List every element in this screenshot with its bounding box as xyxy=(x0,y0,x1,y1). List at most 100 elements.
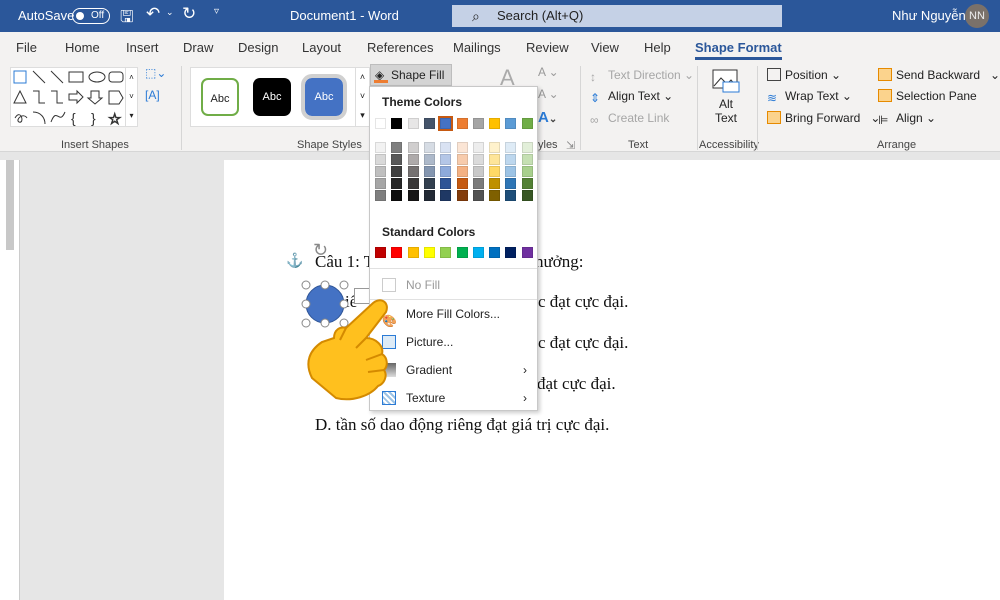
theme-shade-swatch[interactable] xyxy=(440,190,452,201)
tab-design[interactable]: Design xyxy=(238,40,278,55)
shapes-icons[interactable]: {} ☆ xyxy=(11,68,139,129)
shapes-scroll[interactable]: ˄ ˅ ▾ xyxy=(125,68,137,126)
shapes-gallery[interactable]: {} ☆ ˄ ˅ ▾ xyxy=(10,67,139,129)
text-fill-icon[interactable]: A ⌄ xyxy=(538,65,559,79)
standard-color-swatch[interactable] xyxy=(505,247,517,258)
theme-shade-swatch[interactable] xyxy=(375,154,386,165)
dialog-launcher-icon[interactable]: ⇲ xyxy=(566,139,575,152)
theme-shade-swatch[interactable] xyxy=(375,178,386,189)
theme-shade-swatch[interactable] xyxy=(456,166,468,177)
theme-shade-swatch[interactable] xyxy=(375,190,386,201)
theme-shade-swatch[interactable] xyxy=(407,190,419,201)
standard-color-swatch[interactable] xyxy=(407,247,419,258)
theme-shade-swatch[interactable] xyxy=(521,190,533,201)
theme-shade-swatch[interactable] xyxy=(472,142,484,153)
user-name[interactable]: Như Nguyễn xyxy=(892,8,966,23)
theme-shade-swatch[interactable] xyxy=(456,154,468,165)
standard-color-swatch[interactable] xyxy=(521,247,533,258)
edit-shape-icon[interactable]: ⬚⌄ xyxy=(145,66,166,80)
theme-shade-swatch[interactable] xyxy=(472,190,484,201)
standard-color-swatch[interactable] xyxy=(440,247,452,258)
align-text-button[interactable]: ⇕ Align Text ⌄ xyxy=(590,89,673,105)
tab-references[interactable]: References xyxy=(367,40,433,55)
styles-scroll[interactable]: ˄ ˅ ▾ xyxy=(355,68,369,126)
theme-color-swatch[interactable] xyxy=(521,118,533,129)
theme-shade-swatch[interactable] xyxy=(391,178,403,189)
theme-shade-swatch[interactable] xyxy=(456,178,468,189)
theme-shade-swatch[interactable] xyxy=(472,154,484,165)
theme-shade-swatch[interactable] xyxy=(423,166,435,177)
theme-color-swatch[interactable] xyxy=(423,118,435,129)
text-direction-button[interactable]: ↕ Text Direction ⌄ xyxy=(590,68,694,84)
position-button[interactable]: Position ⌄ xyxy=(767,68,841,82)
autosave-toggle[interactable]: Off xyxy=(72,8,110,24)
draw-text-box-icon[interactable]: [A] xyxy=(145,88,160,102)
theme-shade-swatch[interactable] xyxy=(505,154,517,165)
text-effects-icon[interactable]: A⌄ xyxy=(538,109,557,126)
redo-icon[interactable]: ↻ xyxy=(182,4,196,24)
theme-shade-swatch[interactable] xyxy=(391,154,403,165)
theme-shade-swatch[interactable] xyxy=(407,154,419,165)
tab-file[interactable]: File xyxy=(16,40,37,55)
customize-toolbar-icon[interactable]: ▿ xyxy=(214,6,219,17)
theme-shade-swatch[interactable] xyxy=(407,142,419,153)
theme-shade-swatch[interactable] xyxy=(489,142,501,153)
theme-shade-swatch[interactable] xyxy=(407,178,419,189)
standard-color-swatch[interactable] xyxy=(489,247,501,258)
theme-shade-swatch[interactable] xyxy=(375,166,386,177)
theme-shade-swatch[interactable] xyxy=(521,166,533,177)
theme-shade-swatch[interactable] xyxy=(521,178,533,189)
theme-shade-swatch[interactable] xyxy=(505,142,517,153)
standard-color-swatch[interactable] xyxy=(423,247,435,258)
theme-shade-swatch[interactable] xyxy=(505,190,517,201)
theme-shade-swatch[interactable] xyxy=(407,166,419,177)
theme-shade-swatch[interactable] xyxy=(489,178,501,189)
theme-shade-swatch[interactable] xyxy=(521,142,533,153)
text-outline-icon[interactable]: A ⌄ xyxy=(538,87,559,101)
theme-color-swatch[interactable] xyxy=(505,118,517,129)
style-blue[interactable]: Abc xyxy=(301,74,347,120)
standard-color-swatch[interactable] xyxy=(472,247,484,258)
theme-shade-swatch[interactable] xyxy=(505,178,517,189)
standard-color-swatch[interactable] xyxy=(391,247,403,258)
theme-color-swatch[interactable] xyxy=(489,118,501,129)
theme-shade-swatch[interactable] xyxy=(456,190,468,201)
theme-color-swatch[interactable] xyxy=(456,118,468,129)
theme-shade-swatch[interactable] xyxy=(472,166,484,177)
style-outline-green[interactable]: Abc xyxy=(201,78,239,116)
theme-shade-swatch[interactable] xyxy=(423,190,435,201)
selection-pane-button[interactable]: Selection Pane xyxy=(878,89,977,103)
tab-review[interactable]: Review xyxy=(526,40,569,55)
save-icon[interactable]: 🖫 xyxy=(120,6,134,33)
search-input[interactable]: ⌕ Search (Alt+Q) xyxy=(452,5,782,27)
theme-shade-swatch[interactable] xyxy=(440,178,452,189)
theme-color-swatch[interactable] xyxy=(438,116,454,131)
theme-shade-swatch[interactable] xyxy=(472,178,484,189)
theme-shade-swatch[interactable] xyxy=(391,190,403,201)
tab-layout[interactable]: Layout xyxy=(302,40,341,55)
tab-draw[interactable]: Draw xyxy=(183,40,213,55)
theme-shade-swatch[interactable] xyxy=(375,142,386,153)
theme-shade-swatch[interactable] xyxy=(391,142,403,153)
tab-home[interactable]: Home xyxy=(65,40,100,55)
undo-dropdown-icon[interactable]: ⌄ xyxy=(166,7,174,18)
wrap-text-button[interactable]: ≋ Wrap Text ⌄ xyxy=(767,89,852,105)
theme-shade-swatch[interactable] xyxy=(521,154,533,165)
tab-mailings[interactable]: Mailings xyxy=(453,40,501,55)
tab-insert[interactable]: Insert xyxy=(126,40,159,55)
theme-shade-swatch[interactable] xyxy=(505,166,517,177)
theme-color-swatch[interactable] xyxy=(407,118,419,129)
theme-shade-swatch[interactable] xyxy=(423,154,435,165)
theme-color-swatch[interactable] xyxy=(472,118,484,129)
theme-shade-swatch[interactable] xyxy=(489,166,501,177)
tab-shape-format[interactable]: Shape Format xyxy=(695,40,782,60)
tab-help[interactable]: Help xyxy=(644,40,671,55)
align-button[interactable]: ⊫ Align ⌄ xyxy=(878,111,936,127)
alt-text-button[interactable]: Alt Text xyxy=(708,68,744,125)
theme-shade-swatch[interactable] xyxy=(423,178,435,189)
send-backward-button[interactable]: Send Backward ⌄ xyxy=(878,68,1000,82)
avatar[interactable]: NN xyxy=(965,4,989,28)
theme-shade-swatch[interactable] xyxy=(456,142,468,153)
tab-view[interactable]: View xyxy=(591,40,619,55)
shape-fill-button[interactable]: ◈ Shape Fill ⌄ xyxy=(370,64,452,102)
